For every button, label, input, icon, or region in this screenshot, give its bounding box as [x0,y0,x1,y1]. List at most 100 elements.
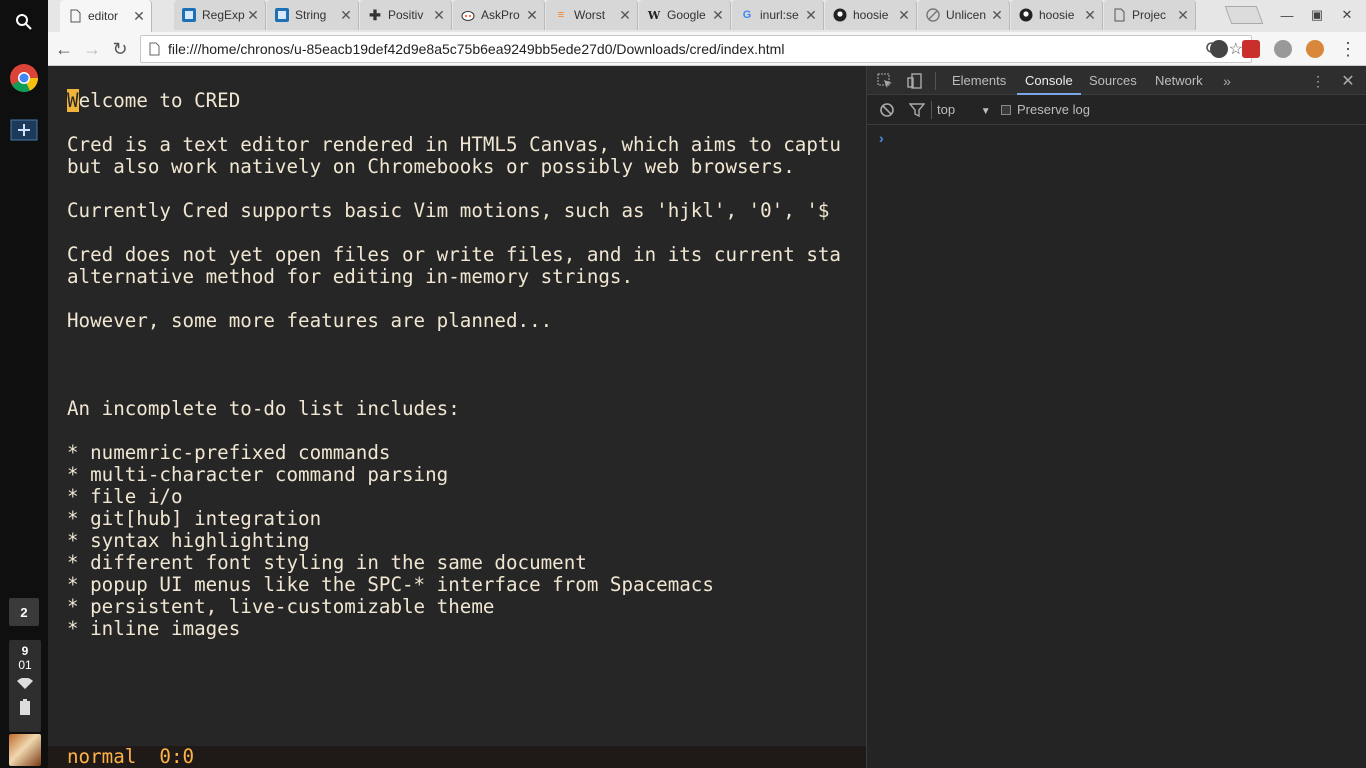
tab-10[interactable]: hoosie ✕ [1011,0,1103,30]
reload-icon: ↻ [112,38,128,59]
tab-close-icon[interactable]: ✕ [133,8,145,25]
tab-close-icon[interactable]: ✕ [340,7,352,24]
more-tabs-icon[interactable]: » [1217,71,1237,91]
tab-7[interactable]: Ginurl:se ✕ [732,0,824,30]
editor-line: Welcome to CRED [67,89,841,112]
extension-sneaker-icon[interactable] [1306,40,1324,58]
forward-button[interactable]: → [80,37,104,61]
filter-icon[interactable] [907,100,927,120]
devtools-menu-icon[interactable]: ⋮ [1308,71,1328,91]
address-bar[interactable]: file:///home/chronos/u-85eacb19def42d9e8… [140,35,1252,63]
tab-title: editor [88,9,119,23]
back-button[interactable]: ← [52,37,76,61]
dropdown-arrow-icon: ▼ [980,106,991,117]
clear-console-icon[interactable] [877,100,897,120]
tab-close-icon[interactable]: ✕ [433,7,445,24]
tab-title: Google [667,8,706,22]
tab-9[interactable]: Unlicen ✕ [918,0,1010,30]
status-mode: normal [67,745,137,768]
stackoverflow-icon: ≡ [557,9,565,21]
user-avatar[interactable] [9,734,41,766]
editor-line: * numemric-prefixed commands [67,441,391,464]
extension-feather-icon[interactable] [1274,40,1292,58]
tab-close-icon[interactable]: ✕ [247,7,259,24]
context-selector[interactable]: top ▼ [937,102,991,117]
tab-close-icon[interactable]: ✕ [805,7,817,24]
tab-close-icon[interactable]: ✕ [898,7,910,24]
editor-line: * popup UI menus like the SPC-* interfac… [67,573,714,596]
wifi-icon [9,677,41,693]
editor-statusline: normal 0:0 [48,746,866,768]
tab-4[interactable]: AskPro ✕ [453,0,545,30]
extension-shield-icon[interactable] [1210,40,1228,58]
more-vert-icon: ⋮ [1339,38,1357,59]
tab-11[interactable]: Projec ✕ [1104,0,1196,30]
system-tray[interactable]: 9 01 [9,640,41,732]
preserve-log-option[interactable]: Preserve log [1001,102,1090,117]
preserve-log-checkbox[interactable] [1001,104,1011,115]
launcher-search-button[interactable] [4,2,44,42]
tab-elements[interactable]: Elements [944,66,1014,95]
minimize-icon[interactable]: — [1276,4,1298,26]
terminal-plus-icon [10,119,38,141]
tab-close-icon[interactable]: ✕ [1177,7,1189,24]
tab-3[interactable]: ✚ Positiv ✕ [360,0,452,30]
tab-sources[interactable]: Sources [1081,66,1145,95]
editor-line: * file i/o [67,485,183,508]
tab-close-icon[interactable]: ✕ [1084,7,1096,24]
arrow-right-icon: → [83,38,101,59]
tab-close-icon[interactable]: ✕ [712,7,724,24]
editor-line: * inline images [67,617,241,640]
editor-line: * persistent, live-customizable theme [67,595,495,618]
tab-2[interactable]: String ✕ [267,0,359,30]
reload-button[interactable]: ↻ [108,37,132,61]
console-prompt-icon[interactable]: › [879,130,884,146]
bookmark-star-icon[interactable]: ☆ [1229,39,1243,59]
tab-6[interactable]: W Google ✕ [639,0,731,30]
cred-editor-canvas[interactable]: Welcome to CRED Cred is a text editor ren… [48,66,866,768]
tab-console[interactable]: Console [1017,66,1081,95]
editor-line: * syntax highlighting [67,529,310,552]
chrome-app-button[interactable] [4,58,44,98]
search-icon [16,14,32,30]
new-tab-button[interactable] [1224,6,1264,24]
tab-title: AskPro [481,8,520,22]
tab-close-icon[interactable]: ✕ [619,7,631,24]
menu-button[interactable]: ⋮ [1336,37,1360,61]
github-icon [1019,8,1033,22]
maximize-icon[interactable]: ▣ [1306,4,1328,26]
shelf: 2 9 01 [0,0,48,768]
clock-hour: 9 [21,644,29,658]
github-icon [833,8,847,22]
divider [935,72,936,90]
editor-text: Welcome to CRED Cred is a text editor ren… [67,89,841,640]
editor-line: Cred is a text editor rendered in HTML5 … [67,133,841,156]
tab-5[interactable]: ≡ Worst ✕ [546,0,638,30]
tab-title: Positiv [388,8,424,22]
wikipedia-icon: W [647,8,661,22]
page-icon [68,9,82,23]
editor-line: but also work natively on Chromebooks or… [67,155,795,178]
tab-8[interactable]: hoosie ✕ [825,0,917,30]
tab-1[interactable]: RegExp ✕ [174,0,266,30]
window-close-icon[interactable]: ✕ [1336,4,1358,26]
tab-0[interactable]: editor ✕ [60,0,152,32]
tab-strip: editor ✕ RegExp ✕ String ✕ ✚ Positiv ✕ AskPro ✕ ≡ Wo… [48,0,1366,32]
workspace-indicator[interactable]: 2 [9,598,39,626]
extension-lastpass-icon[interactable] [1242,40,1260,58]
device-toolbar-icon[interactable] [905,71,925,91]
tab-network[interactable]: Network [1147,66,1211,95]
divider [931,101,932,119]
inspect-element-icon[interactable] [875,71,895,91]
tab-close-icon[interactable]: ✕ [526,7,538,24]
crosh-app-button[interactable] [4,112,44,148]
devtools-close-icon[interactable]: ✕ [1338,71,1358,91]
editor-line: * different font styling in the same doc… [67,551,587,574]
tab-close-icon[interactable]: ✕ [991,7,1003,24]
unlicense-icon [926,8,940,22]
